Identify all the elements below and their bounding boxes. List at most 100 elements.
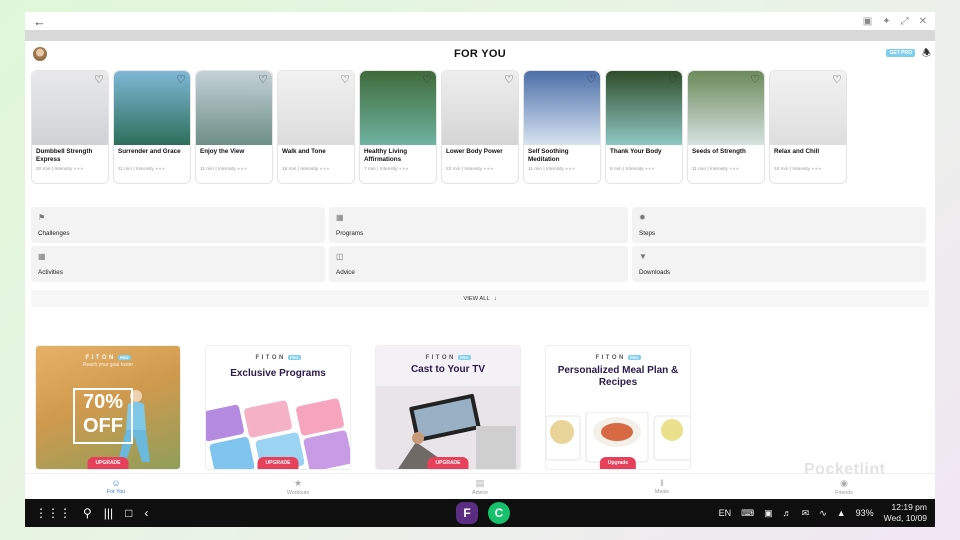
heart-icon[interactable]: ♡ bbox=[94, 73, 104, 86]
pro-badge: PRO bbox=[457, 355, 471, 360]
intensity-dots: ●●● bbox=[729, 167, 740, 172]
pro-badge: PRO bbox=[117, 355, 131, 360]
workout-card[interactable]: ♡ Healthy Living Affirmations 7 min | Inte… bbox=[359, 70, 437, 184]
pro-badge: PRO bbox=[287, 355, 301, 360]
arrow-left-icon[interactable]: ← bbox=[33, 14, 46, 29]
tile-downloads[interactable]: ▼ Downloads bbox=[632, 246, 926, 282]
card-duration: 11 min bbox=[118, 167, 133, 172]
promo-exclusive-programs[interactable]: FITON PRO Exclusive Programs UPGRADE bbox=[205, 345, 351, 470]
card-intensity: Intensity bbox=[709, 167, 728, 172]
view-all-button[interactable]: VIEW ALL ↓ bbox=[31, 290, 929, 307]
workout-card[interactable]: ♡ Lower Body Power 22 min | Intensity ●●● bbox=[441, 70, 519, 184]
promo-discount[interactable]: FITON PRO Reach your goal faster 70% OFF … bbox=[35, 345, 181, 470]
tile-label: Steps bbox=[639, 230, 656, 237]
tile-label: Activities bbox=[38, 269, 63, 276]
upgrade-button[interactable]: Upgrade bbox=[599, 457, 637, 469]
restore-icon[interactable]: ⤢ bbox=[901, 16, 909, 27]
pin-icon[interactable]: ✦ bbox=[882, 16, 890, 27]
upgrade-button[interactable]: UPGRADE bbox=[87, 457, 129, 469]
tile-programs[interactable]: ▦ Programs bbox=[329, 207, 628, 243]
bell-icon[interactable]: 🕭︎ bbox=[922, 46, 931, 63]
tile-advice[interactable]: ◫ Advice bbox=[329, 246, 628, 282]
card-intensity: Intensity bbox=[54, 167, 73, 172]
nav-item-advice[interactable]: ▤ Advice bbox=[389, 474, 571, 499]
battery-level: 93% bbox=[855, 508, 874, 518]
app-drawer-icon[interactable]: ⋮⋮⋮ bbox=[35, 506, 71, 520]
card-title: Thank Your Body bbox=[610, 148, 662, 155]
nav-label: Workouts bbox=[286, 489, 310, 496]
close-icon[interactable]: ✕ bbox=[919, 16, 927, 27]
figure-icon: ★ bbox=[293, 477, 303, 488]
workout-card[interactable]: ♡ Dumbbell Strength Express 20 min | Inten… bbox=[31, 70, 109, 184]
card-title: Self Soothing Meditation bbox=[528, 148, 569, 163]
bottom-navigation: ☺ For You ★ Workouts ▤ Advice ‖ Meals ◉ Friends bbox=[25, 473, 935, 499]
card-duration: 11 min bbox=[200, 167, 215, 172]
workout-card[interactable]: ♡ Seeds of Strength 11 min | Intensity ●●● bbox=[687, 70, 765, 184]
card-duration: 20 min bbox=[36, 167, 51, 172]
card-duration: 10 min bbox=[774, 167, 789, 172]
card-thumbnail: ♡ bbox=[196, 71, 272, 145]
recents-icon[interactable]: ||| bbox=[104, 506, 113, 520]
phone-app-icon[interactable]: C bbox=[488, 502, 510, 524]
card-thumbnail: ♡ bbox=[278, 71, 354, 145]
home-icon[interactable]: □ bbox=[125, 506, 132, 520]
screenshot-icon[interactable]: ▣ bbox=[764, 508, 773, 519]
card-intensity: Intensity bbox=[217, 167, 236, 172]
clock[interactable]: 12:19 pm Wed, 10/09 bbox=[884, 502, 927, 524]
search-icon[interactable]: ⚲ bbox=[83, 506, 92, 520]
time: 12:19 pm bbox=[891, 502, 927, 512]
screenshot-icon[interactable]: ▣ bbox=[863, 16, 872, 27]
card-duration: 11 min bbox=[528, 167, 543, 172]
avatar[interactable] bbox=[33, 47, 47, 61]
discount-off: OFF bbox=[83, 415, 123, 437]
card-intensity: Intensity bbox=[625, 167, 644, 172]
upgrade-button[interactable]: UPGRADE bbox=[427, 457, 469, 469]
heart-icon[interactable]: ♡ bbox=[504, 73, 514, 86]
tile-challenges[interactable]: ⚑ Challenges bbox=[31, 207, 325, 243]
tile-steps[interactable]: ✹ Steps bbox=[632, 207, 926, 243]
workout-card[interactable]: ♡ Enjoy the View 11 min | Intensity ●●● bbox=[195, 70, 273, 184]
heart-icon[interactable]: ♡ bbox=[258, 73, 268, 86]
card-title: Healthy Living Affirmations bbox=[364, 148, 408, 163]
heart-icon[interactable]: ♡ bbox=[750, 73, 760, 86]
heart-icon[interactable]: ♡ bbox=[422, 73, 432, 86]
page-header: FOR YOU GET PRO 🕭︎ bbox=[25, 41, 935, 67]
card-thumbnail: ♡ bbox=[32, 71, 108, 145]
workout-card[interactable]: ♡ Thank Your Body 8 min | Intensity ●●● bbox=[605, 70, 683, 184]
workout-card[interactable]: ♡ Relax and Chill 10 min | Intensity ●●● bbox=[769, 70, 847, 184]
heart-icon[interactable]: ♡ bbox=[832, 73, 842, 86]
intensity-dots: ●●● bbox=[644, 167, 656, 172]
watermark: Pocketlint bbox=[804, 461, 886, 478]
promo-cast-tv[interactable]: FITON PRO Cast to Your TV UPGRADE bbox=[375, 345, 521, 470]
nav-item-for-you[interactable]: ☺ For You bbox=[25, 474, 207, 499]
heart-icon[interactable]: ♡ bbox=[668, 73, 678, 86]
card-title: Lower Body Power bbox=[446, 148, 503, 155]
card-meta: 11 min | Intensity ●●● bbox=[692, 167, 740, 172]
card-intensity: Intensity bbox=[464, 167, 483, 172]
card-intensity: Intensity bbox=[792, 167, 811, 172]
upgrade-button[interactable]: UPGRADE bbox=[257, 457, 299, 469]
title-bar: ← ▣ ✦ ⤢ ✕ bbox=[25, 12, 935, 30]
promo-meal-plan[interactable]: FITON PRO Personalized Meal Plan & Recipe… bbox=[545, 345, 691, 470]
get-pro-button[interactable]: GET PRO bbox=[886, 49, 915, 57]
volume-icon[interactable]: ♬ bbox=[783, 508, 792, 518]
date: Wed, 10/09 bbox=[883, 513, 927, 523]
fiton-app-icon[interactable]: F bbox=[456, 502, 478, 524]
card-duration: 11 min bbox=[692, 167, 707, 172]
nav-item-meals[interactable]: ‖ Meals bbox=[571, 474, 753, 499]
notification-icon[interactable]: ✉ bbox=[802, 508, 810, 519]
intensity-dots: ●●● bbox=[73, 167, 84, 172]
workout-card[interactable]: ♡ Self Soothing Meditation 11 min | Intens… bbox=[523, 70, 601, 184]
back-icon[interactable]: ‹ bbox=[144, 506, 148, 520]
keyboard-icon[interactable]: ⌨ bbox=[741, 508, 754, 519]
language-indicator[interactable]: EN bbox=[719, 508, 732, 518]
nav-item-workouts[interactable]: ★ Workouts bbox=[207, 474, 389, 499]
workout-card[interactable]: ♡ Surrender and Grace 11 min | Intensity ●… bbox=[113, 70, 191, 184]
workout-card[interactable]: ♡ Walk and Tone 16 min | Intensity ●●● bbox=[277, 70, 355, 184]
tile-activities[interactable]: ▦ Activities bbox=[31, 246, 325, 282]
discount-percent: 70% bbox=[82, 391, 124, 413]
heart-icon[interactable]: ♡ bbox=[340, 73, 350, 86]
heart-icon[interactable]: ♡ bbox=[586, 73, 596, 86]
card-thumbnail: ♡ bbox=[606, 71, 682, 145]
heart-icon[interactable]: ♡ bbox=[176, 73, 186, 86]
